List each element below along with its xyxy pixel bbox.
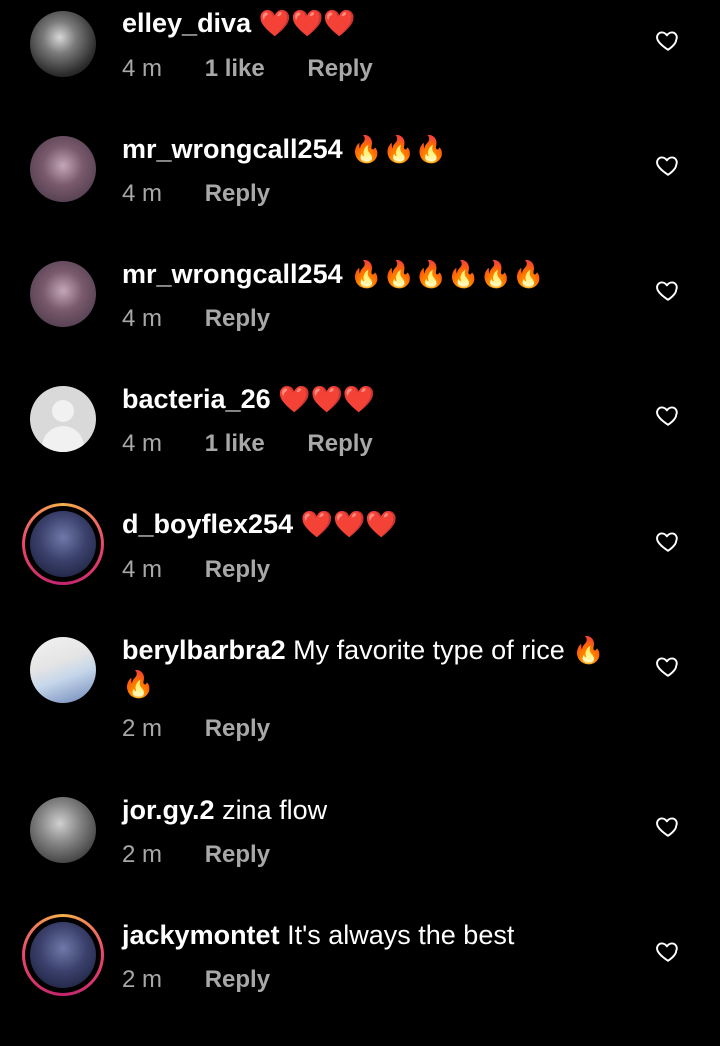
comment-likes[interactable]: 1 like [205, 55, 265, 83]
avatar[interactable] [30, 797, 96, 863]
heart-outline-icon[interactable] [655, 402, 681, 428]
comment-emoji: 🔥🔥🔥 [350, 134, 448, 164]
reply-button[interactable]: Reply [205, 305, 270, 333]
avatar[interactable] [30, 136, 96, 202]
comment-text: It's always the best [287, 920, 515, 950]
avatar-placeholder[interactable] [30, 386, 96, 452]
comment-time: 4 m [122, 305, 163, 332]
comment-username[interactable]: d_boyflex254 [122, 509, 293, 539]
comment-username[interactable]: bacteria_26 [122, 384, 271, 414]
comment-username[interactable]: berylbarbra2 [122, 635, 286, 665]
comment-time: 4 m [122, 55, 163, 82]
heart-outline-icon[interactable] [655, 27, 681, 53]
comment-username[interactable]: elley_diva [122, 8, 251, 38]
comment-emoji: ❤️❤️❤️ [278, 384, 376, 414]
reply-button[interactable]: Reply [205, 715, 270, 743]
reply-button[interactable]: Reply [205, 556, 270, 584]
comment-time: 2 m [122, 841, 163, 868]
avatar[interactable] [30, 261, 96, 327]
avatar-head-shape [52, 400, 74, 422]
avatar[interactable] [30, 637, 96, 703]
comment-emoji-continued: 🔥 [122, 669, 155, 699]
comment-text: My favorite type of rice [293, 635, 565, 665]
story-ring[interactable] [22, 503, 104, 585]
reply-button[interactable]: Reply [205, 841, 270, 869]
heart-outline-icon[interactable] [655, 653, 681, 679]
avatar[interactable] [30, 11, 96, 77]
comment-username[interactable]: mr_wrongcall254 [122, 259, 343, 289]
reply-button[interactable]: Reply [307, 55, 372, 83]
reply-button[interactable]: Reply [205, 966, 270, 994]
heart-outline-icon[interactable] [655, 277, 681, 303]
comment-emoji: ❤️❤️❤️ [258, 8, 356, 38]
comment-time: 2 m [122, 715, 163, 742]
heart-outline-icon[interactable] [655, 813, 681, 839]
comment-username[interactable]: mr_wrongcall254 [122, 134, 343, 164]
heart-outline-icon[interactable] [655, 938, 681, 964]
heart-outline-icon[interactable] [655, 528, 681, 554]
comment-time: 4 m [122, 430, 163, 457]
comment-username[interactable]: jor.gy.2 [122, 795, 215, 825]
comment-time: 4 m [122, 556, 163, 583]
comment-text: zina flow [222, 795, 328, 825]
heart-outline-icon[interactable] [655, 152, 681, 178]
comment-likes[interactable]: 1 like [205, 430, 265, 458]
avatar [30, 922, 96, 988]
comment-emoji: ❤️❤️❤️ [300, 509, 398, 539]
avatar-body-shape [42, 426, 84, 452]
avatar [30, 511, 96, 577]
reply-button[interactable]: Reply [307, 430, 372, 458]
comment-time: 2 m [122, 966, 163, 993]
story-ring[interactable] [22, 914, 104, 996]
reply-button[interactable]: Reply [205, 180, 270, 208]
comment-time: 4 m [122, 180, 163, 207]
comment-emoji: 🔥🔥🔥🔥🔥🔥 [350, 259, 545, 289]
comment-username[interactable]: jackymontet [122, 920, 280, 950]
comment-emoji: 🔥 [572, 635, 605, 665]
